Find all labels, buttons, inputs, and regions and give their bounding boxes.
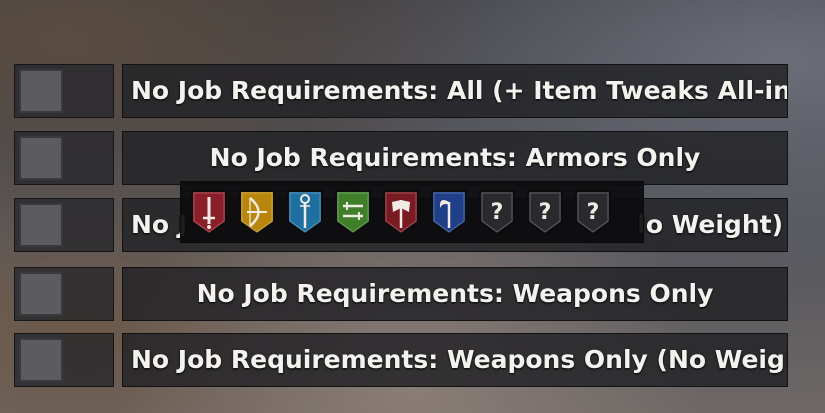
option-label: No Job Requirements: All (+ Item Tweaks … (131, 76, 788, 105)
shield-shape (383, 190, 419, 236)
checkbox[interactable] (14, 267, 114, 321)
shield-shape (239, 190, 275, 236)
unknown-job-icon[interactable]: ? (477, 188, 517, 236)
question-mark-label: ? (587, 200, 600, 225)
shield-shape: ? (575, 190, 611, 236)
bow-icon[interactable] (237, 188, 277, 236)
dual-blades-icon[interactable] (333, 188, 373, 236)
option-row: No Job Requirements: Weapons Only (0, 267, 825, 321)
option-label-button[interactable]: No Job Requirements: Armors Only (122, 131, 788, 185)
shield-shape (287, 190, 323, 236)
checkbox-box (19, 69, 63, 113)
staff-icon[interactable] (285, 188, 325, 236)
option-row: No Job Requirements: Armors Only (0, 131, 825, 185)
shield-shape (335, 190, 371, 236)
shield-shape: ? (479, 190, 515, 236)
checkbox-box (19, 136, 63, 180)
axe-icon[interactable] (381, 188, 421, 236)
unknown-job-icon[interactable]: ? (525, 188, 565, 236)
checkbox[interactable] (14, 333, 114, 387)
option-label-right: lo Weight) (637, 210, 783, 239)
checkbox[interactable] (14, 131, 114, 185)
option-label: No Job Requirements: Weapons Only (No We… (131, 345, 788, 374)
option-row: No Job Requirements: Weapons Only (No We… (0, 333, 825, 387)
option-row: No Job Requirements: All (+ Item Tweaks … (0, 64, 825, 118)
unknown-job-icon[interactable]: ? (573, 188, 613, 236)
scythe-icon[interactable] (429, 188, 469, 236)
option-label-button[interactable]: No Job Requirements: Weapons Only (122, 267, 788, 321)
question-mark-label: ? (539, 200, 552, 225)
option-label-button[interactable]: No Job Requirements: All (+ Item Tweaks … (122, 64, 788, 118)
checkbox-box (19, 272, 63, 316)
shield-shape (191, 190, 227, 236)
checkbox-box (19, 338, 63, 382)
option-label: No Job Requirements: Weapons Only (196, 279, 714, 308)
option-label: No Job Requirements: Armors Only (209, 143, 701, 172)
shield-shape: ? (527, 190, 563, 236)
question-mark-label: ? (491, 200, 504, 225)
checkbox[interactable] (14, 198, 114, 252)
checkbox-box (19, 203, 63, 247)
option-label-left: No J (131, 210, 188, 239)
checkbox[interactable] (14, 64, 114, 118)
shield-shape (431, 190, 467, 236)
dagger-icon[interactable] (189, 188, 229, 236)
option-label-button[interactable]: No Job Requirements: Weapons Only (No We… (122, 333, 788, 387)
job-icons-tooltip: ??? (180, 181, 644, 243)
